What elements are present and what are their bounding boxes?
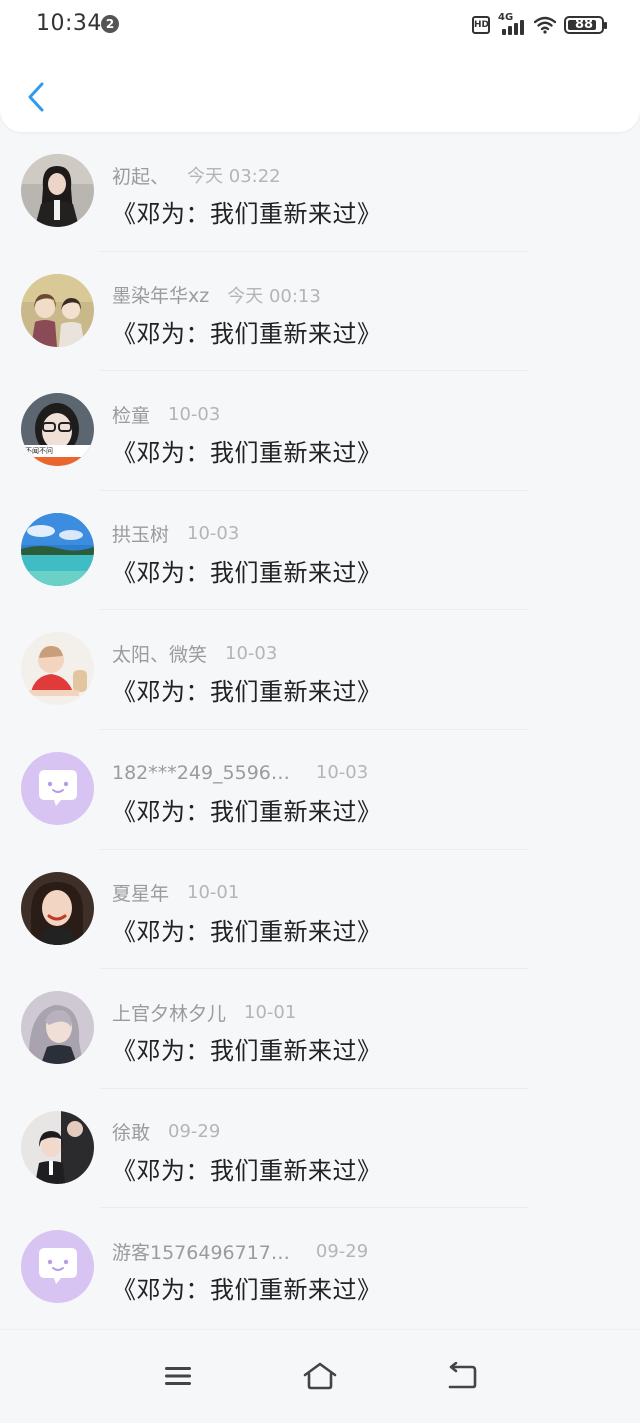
- status-icons: HD 4G 88: [472, 12, 607, 37]
- comment-time: 10-03: [187, 523, 240, 545]
- default-chat-avatar-icon: [21, 751, 94, 825]
- signal-icon: 4G: [498, 12, 526, 35]
- chevron-left-icon: [28, 82, 44, 112]
- comment-time: 10-03: [168, 403, 221, 425]
- user-name[interactable]: 182***249_5596…: [112, 762, 290, 784]
- list-item[interactable]: 游客1576496717… 09-29 《邓为：我们重新来过》: [0, 1208, 640, 1328]
- avatar[interactable]: [21, 154, 94, 227]
- comment-text[interactable]: 《邓为：我们重新来过》: [112, 314, 382, 349]
- comment-text[interactable]: 《邓为：我们重新来过》: [112, 672, 382, 707]
- glasses-girl-avatar: 不闻不问: [21, 393, 94, 467]
- avatar[interactable]: [21, 632, 94, 706]
- menu-button[interactable]: [158, 1356, 198, 1396]
- list-item[interactable]: 太阳、微笑 10-03 《邓为：我们重新来过》: [0, 610, 640, 730]
- office-couple-avatar: [21, 1110, 94, 1184]
- comment-time: 09-29: [315, 1240, 369, 1262]
- comment-meta: 拱玉树 10-03: [112, 521, 239, 547]
- comment-text[interactable]: 《邓为：我们重新来过》: [112, 553, 382, 588]
- battery-level: 88: [574, 17, 594, 32]
- user-name[interactable]: 夏星年: [112, 879, 169, 906]
- user-name[interactable]: 拱玉树: [112, 520, 169, 547]
- avatar[interactable]: [21, 512, 94, 586]
- list-item[interactable]: 拱玉树 10-03 《邓为：我们重新来过》: [0, 491, 640, 611]
- user-name[interactable]: 检童: [112, 401, 150, 428]
- user-name[interactable]: 徐敢: [112, 1118, 150, 1145]
- comment-time: 今天 03:22: [187, 166, 281, 187]
- comment-text[interactable]: 《邓为：我们重新来过》: [112, 1270, 382, 1305]
- list-item[interactable]: 徐敢 09-29 《邓为：我们重新来过》: [0, 1089, 640, 1209]
- home-icon: [303, 1362, 337, 1390]
- comment-text[interactable]: 《邓为：我们重新来过》: [112, 1031, 382, 1066]
- user-name[interactable]: 游客1576496717…: [112, 1238, 290, 1265]
- comment-time: 10-01: [244, 1001, 297, 1023]
- comment-meta: 游客1576496717… 09-29: [112, 1238, 368, 1264]
- comment-list: 初起、 今天 03:22 《邓为：我们重新来过》 墨染年华xz 今天 00:13…: [0, 132, 640, 1328]
- avatar[interactable]: [21, 1110, 94, 1184]
- anime-couple-avatar: [21, 273, 94, 347]
- comment-meta: 夏星年 10-01: [112, 880, 239, 906]
- status-time: 10:34: [36, 11, 102, 36]
- comment-meta: 徐敢 09-29: [112, 1119, 220, 1145]
- ocean-island-avatar: [21, 512, 94, 586]
- comment-meta: 墨染年华xz 今天 00:13: [112, 282, 321, 308]
- silver-hair-girl-avatar: [21, 991, 94, 1065]
- menu-icon: [165, 1367, 191, 1385]
- avatar[interactable]: [21, 1230, 94, 1304]
- user-name[interactable]: 初起、: [112, 162, 169, 189]
- default-chat-avatar-icon: [21, 1230, 94, 1304]
- home-button[interactable]: [300, 1356, 340, 1396]
- comment-text[interactable]: 《邓为：我们重新来过》: [112, 912, 382, 947]
- comment-meta: 太阳、微笑 10-03: [112, 640, 277, 666]
- user-name[interactable]: 上官夕林夕儿: [112, 999, 226, 1026]
- comment-time: 10-03: [315, 762, 369, 784]
- svg-text:不闻不问: 不闻不问: [25, 446, 53, 455]
- comment-time: 10-03: [225, 642, 278, 664]
- comment-time: 09-29: [168, 1121, 221, 1143]
- comment-text[interactable]: 《邓为：我们重新来过》: [112, 194, 382, 229]
- comment-meta: 检童 10-03: [112, 401, 220, 427]
- comment-text[interactable]: 《邓为：我们重新来过》: [112, 792, 382, 827]
- wifi-icon: [534, 16, 556, 34]
- back-button[interactable]: [16, 74, 56, 120]
- avatar[interactable]: [21, 991, 94, 1065]
- user-name[interactable]: 太阳、微笑: [112, 640, 207, 667]
- system-nav-bar: [0, 1329, 640, 1423]
- baby-avatar: [21, 632, 94, 706]
- list-item[interactable]: 初起、 今天 03:22 《邓为：我们重新来过》: [0, 132, 640, 252]
- avatar[interactable]: [21, 871, 94, 945]
- network-type-label: 4G: [498, 12, 514, 23]
- user-name[interactable]: 墨染年华xz: [112, 281, 209, 308]
- comment-text[interactable]: 《邓为：我们重新来过》: [112, 433, 382, 468]
- smiling-girl-avatar: [21, 871, 94, 945]
- avatar[interactable]: 不闻不问: [21, 393, 94, 467]
- list-item[interactable]: 夏星年 10-01 《邓为：我们重新来过》: [0, 850, 640, 970]
- header: 10:34 2 HD 4G 88: [0, 0, 640, 132]
- avatar[interactable]: [21, 751, 94, 825]
- status-bar: 10:34 2 HD 4G 88: [0, 0, 640, 50]
- hd-icon: HD: [472, 16, 490, 34]
- girl-dark-hair-avatar: [21, 154, 94, 227]
- list-item[interactable]: 不闻不问 检童 10-03 《邓为：我们重新来过》: [0, 371, 640, 491]
- comment-meta: 上官夕林夕儿 10-01: [112, 999, 296, 1025]
- list-item[interactable]: 墨染年华xz 今天 00:13 《邓为：我们重新来过》: [0, 252, 640, 372]
- notification-badge: 2: [101, 15, 119, 33]
- comment-time: 10-01: [187, 882, 240, 904]
- list-item[interactable]: 上官夕林夕儿 10-01 《邓为：我们重新来过》: [0, 969, 640, 1089]
- comment-time: 今天 00:13: [227, 285, 321, 307]
- battery-icon: 88: [564, 16, 607, 34]
- back-icon: [448, 1362, 477, 1389]
- back-nav-button[interactable]: [442, 1356, 482, 1396]
- comment-text[interactable]: 《邓为：我们重新来过》: [112, 1151, 382, 1186]
- avatar[interactable]: [21, 273, 94, 347]
- comment-meta: 初起、 今天 03:22: [112, 162, 281, 188]
- page: 10:34 2 HD 4G 88 初起、 今天 03:22 《邓为：我们重新来过…: [0, 0, 640, 1423]
- comment-meta: 182***249_5596… 10-03: [112, 760, 368, 786]
- list-item[interactable]: 182***249_5596… 10-03 《邓为：我们重新来过》: [0, 730, 640, 850]
